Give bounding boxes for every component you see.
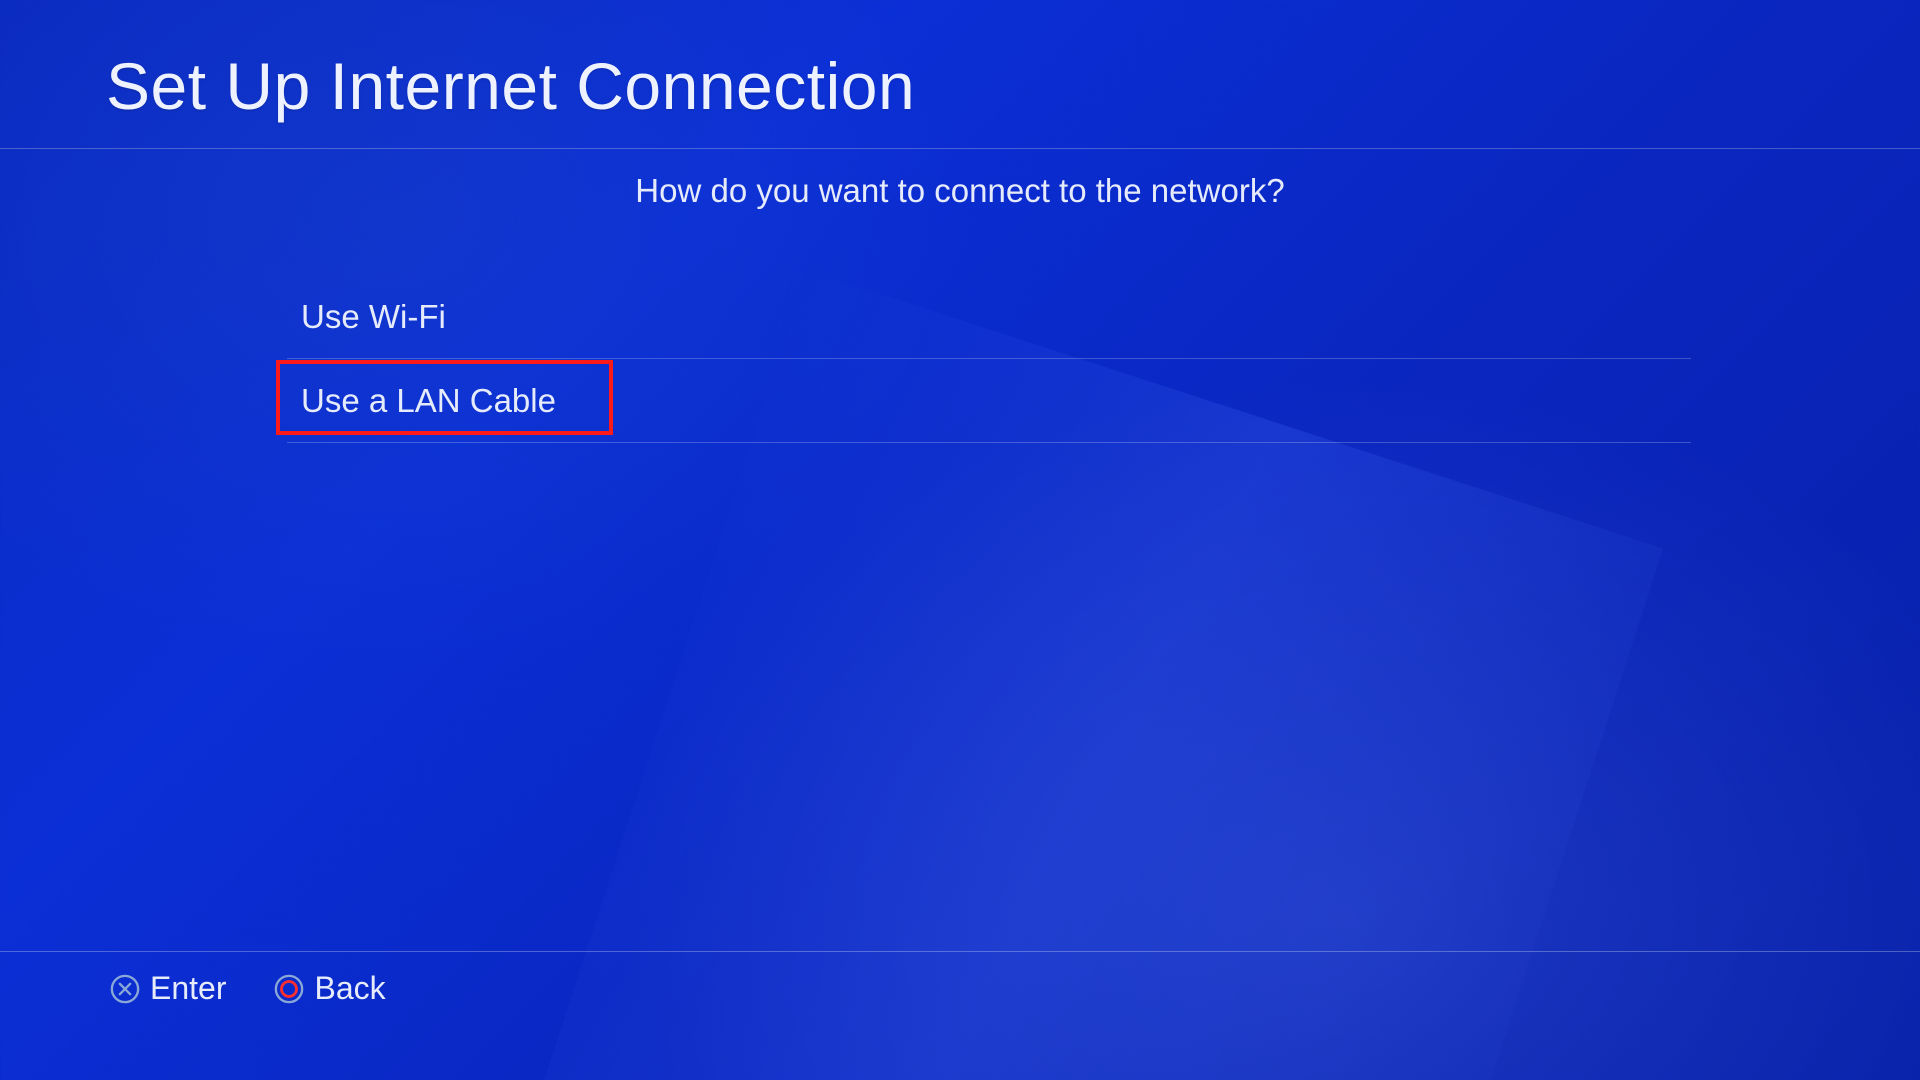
footer-hints: Enter Back [0,951,1920,1007]
x-button-icon [110,974,140,1004]
hint-enter-label: Enter [150,970,226,1007]
page-header: Set Up Internet Connection [0,0,1920,149]
page-title: Set Up Internet Connection [106,48,1920,124]
o-button-icon [274,974,304,1004]
option-use-lan-cable[interactable]: Use a LAN Cable [287,359,1691,443]
hint-back-label: Back [314,970,385,1007]
option-use-wifi[interactable]: Use Wi-Fi [287,275,1691,359]
hint-back: Back [274,970,385,1007]
connection-options: Use Wi-Fi Use a LAN Cable [287,275,1691,443]
option-label: Use a LAN Cable [301,382,556,420]
hint-enter: Enter [110,970,226,1007]
option-label: Use Wi-Fi [301,298,446,336]
prompt-text: How do you want to connect to the networ… [0,172,1920,210]
